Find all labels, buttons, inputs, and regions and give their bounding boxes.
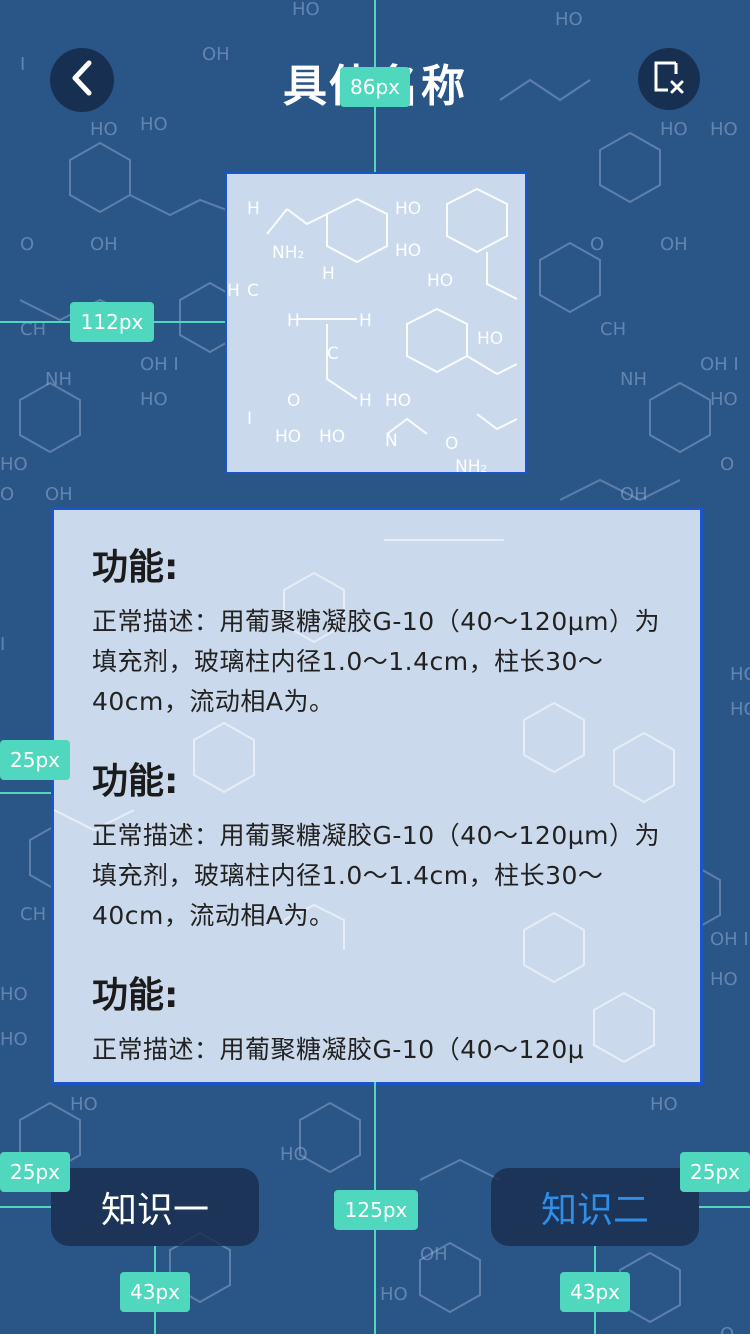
tab-knowledge-one[interactable]: 知识一 (51, 1168, 259, 1246)
svg-text:HO: HO (427, 271, 453, 291)
svg-text:NH₂: NH₂ (455, 457, 487, 472)
svg-text:HO: HO (395, 199, 421, 219)
svg-text:HO: HO (275, 427, 301, 447)
svg-text:O: O (720, 1324, 734, 1334)
function-section: 功能: 正常描述：用葡聚糖凝胶G-10（40～120μ (92, 966, 666, 1070)
svg-text:C: C (247, 281, 259, 301)
svg-text:NH: NH (45, 369, 72, 390)
section-title: 功能: (92, 547, 179, 588)
svg-text:HO: HO (710, 389, 738, 410)
svg-text:HO: HO (0, 1029, 28, 1050)
scan-close-icon (652, 60, 686, 98)
svg-text:NH₂: NH₂ (272, 243, 304, 263)
scan-close-button[interactable] (638, 48, 700, 110)
svg-text:H: H (322, 264, 335, 284)
svg-text:O: O (445, 434, 458, 454)
structure-image-preview: H HO HO NH₂ H C HHH COH HO HO HO HO HO N NH₂ I O (225, 172, 527, 474)
svg-text:I: I (247, 409, 252, 429)
svg-text:HO: HO (730, 699, 750, 720)
svg-text:OH I: OH I (710, 929, 749, 950)
svg-text:OH I: OH I (700, 354, 739, 375)
svg-text:HO: HO (650, 1094, 678, 1115)
svg-text:NH: NH (620, 369, 647, 390)
svg-text:OH: OH (45, 484, 73, 505)
svg-text:CH: CH (600, 319, 626, 340)
svg-text:O: O (0, 484, 14, 505)
svg-text:HO: HO (395, 241, 421, 261)
svg-text:I: I (0, 634, 5, 655)
function-section: 功能: 正常描述：用葡聚糖凝胶G-10（40～120μm）为填充剂，玻璃柱内径1… (92, 752, 666, 936)
svg-text:O: O (20, 234, 34, 255)
svg-text:O: O (720, 454, 734, 475)
svg-text:HO: HO (477, 329, 503, 349)
svg-text:HO: HO (319, 427, 345, 447)
svg-text:HO: HO (710, 969, 738, 990)
section-description: 正常描述：用葡聚糖凝胶G-10（40～120μ (92, 1035, 585, 1064)
chemical-structure-image: H HOHO NH₂H C HH H CO H HOHOHO HO HO N NH₂IO (227, 187, 518, 472)
svg-text:HO: HO (140, 389, 168, 410)
svg-text:OH: OH (90, 234, 118, 255)
svg-text:OH: OH (660, 234, 688, 255)
svg-text:H: H (287, 311, 300, 331)
svg-text:HO: HO (70, 1094, 98, 1115)
section-description: 正常描述：用葡聚糖凝胶G-10（40～120μm）为填充剂，玻璃柱内径1.0～1… (92, 821, 660, 930)
svg-text:HO: HO (0, 984, 28, 1005)
svg-text:CH: CH (20, 904, 46, 925)
svg-text:H: H (247, 199, 260, 219)
svg-text:HO: HO (380, 1284, 408, 1305)
section-title: 功能: (92, 975, 179, 1016)
svg-text:OH I: OH I (140, 354, 179, 375)
svg-text:OH: OH (620, 484, 648, 505)
svg-text:C: C (327, 344, 339, 364)
tab-knowledge-two[interactable]: 知识二 (491, 1168, 699, 1246)
section-description: 正常描述：用葡聚糖凝胶G-10（40～120μm）为填充剂，玻璃柱内径1.0～1… (92, 607, 660, 716)
function-section: 功能: 正常描述：用葡聚糖凝胶G-10（40～120μm）为填充剂，玻璃柱内径1… (92, 538, 666, 722)
info-card: 功能: 正常描述：用葡聚糖凝胶G-10（40～120μm）为填充剂，玻璃柱内径1… (51, 507, 703, 1085)
svg-text:H: H (359, 391, 372, 411)
header-bar: 具体名称 (0, 0, 750, 160)
svg-text:N: N (385, 431, 398, 451)
svg-text:H: H (359, 311, 372, 331)
svg-text:OH: OH (420, 1244, 448, 1265)
svg-text:CH: CH (20, 319, 46, 340)
section-title: 功能: (92, 761, 179, 802)
svg-text:O: O (590, 234, 604, 255)
svg-text:HO: HO (0, 454, 28, 475)
svg-text:HO: HO (385, 391, 411, 411)
svg-text:H: H (227, 281, 240, 301)
svg-text:HO: HO (280, 1144, 308, 1165)
svg-text:HO: HO (730, 664, 750, 685)
card-content: 功能: 正常描述：用葡聚糖凝胶G-10（40～120μm）为填充剂，玻璃柱内径1… (92, 538, 666, 1082)
svg-text:O: O (287, 391, 300, 411)
